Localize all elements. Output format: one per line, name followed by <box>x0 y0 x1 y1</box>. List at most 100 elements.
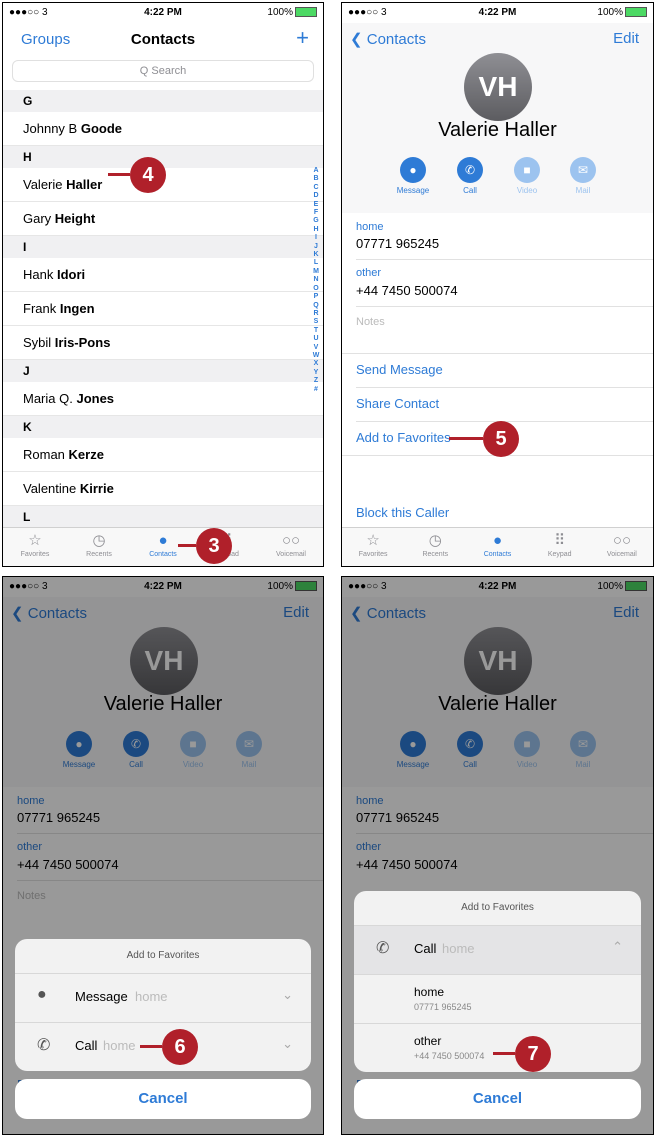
contact-first-name: Maria Q. <box>23 391 77 406</box>
other-option-number: +44 7450 500074 <box>414 1051 485 1061</box>
contact-row[interactable]: Maria Q. Jones <box>3 382 323 416</box>
index-letter[interactable]: R <box>311 310 321 318</box>
index-letter[interactable]: J <box>311 243 321 251</box>
call-action-label: Call <box>463 186 477 195</box>
index-letter[interactable]: U <box>311 335 321 343</box>
contact-row[interactable]: Gary Height <box>3 202 323 236</box>
call-other-option[interactable]: other +44 7450 500074 <box>354 1024 641 1072</box>
tab-keypad[interactable]: ⠿ Keypad <box>529 530 591 558</box>
index-letter[interactable]: F <box>311 209 321 217</box>
index-letter[interactable]: I <box>311 234 321 242</box>
other-option-label: other <box>414 1034 442 1048</box>
index-letter[interactable]: D <box>311 192 321 200</box>
message-action[interactable]: ● Message <box>385 157 441 195</box>
tab-recents[interactable]: ◷ Recents <box>404 530 466 558</box>
index-letter[interactable]: L <box>311 259 321 267</box>
tab-voicemail[interactable]: ○○ Voicemail <box>260 530 322 558</box>
tab-favorites[interactable]: ☆ Favorites <box>342 530 404 558</box>
index-letter[interactable]: A <box>311 167 321 175</box>
add-contact-button[interactable]: + <box>296 25 309 51</box>
contact-name: Valerie Haller <box>438 119 557 141</box>
contact-first-name: Johnny B <box>23 121 81 136</box>
message-option-label: Message <box>75 989 128 1004</box>
index-letter[interactable]: C <box>311 184 321 192</box>
callout-7: 7 <box>515 1036 551 1072</box>
cancel-button[interactable]: Cancel <box>354 1079 641 1119</box>
add-to-favorites-link[interactable]: Add to Favorites <box>356 430 451 445</box>
block-caller-link[interactable]: Block this Caller <box>356 505 449 520</box>
share-contact-link[interactable]: Share Contact <box>356 396 439 411</box>
section-header: J <box>3 360 323 382</box>
index-letter[interactable]: T <box>311 327 321 335</box>
index-letter[interactable]: O <box>311 285 321 293</box>
callout-arrow <box>140 1045 162 1048</box>
index-letter[interactable]: M <box>311 268 321 276</box>
tab-voicemail[interactable]: ○○ Voicemail <box>591 530 653 558</box>
message-option[interactable]: ● Message home ⌄ <box>15 974 311 1023</box>
send-message-link[interactable]: Send Message <box>356 362 443 377</box>
back-label: Contacts <box>366 31 426 48</box>
tab-contacts[interactable]: ● Contacts <box>467 530 529 558</box>
chevron-up-icon: ⌃ <box>612 939 623 954</box>
index-letter[interactable]: P <box>311 293 321 301</box>
tab-label: Contacts <box>483 551 512 558</box>
call-option-label: Call <box>75 1038 98 1053</box>
other-number[interactable]: +44 7450 500074 <box>356 283 458 298</box>
tab-favorites[interactable]: ☆ Favorites <box>4 530 66 558</box>
tab-recents[interactable]: ◷ Recents <box>68 530 130 558</box>
index-letter[interactable]: N <box>311 276 321 284</box>
call-option-sub: home <box>103 1038 136 1053</box>
home-number[interactable]: 07771 965245 <box>356 236 439 251</box>
page-title: Contacts <box>130 31 196 48</box>
callout-6: 6 <box>162 1029 198 1065</box>
contact-row[interactable]: Valentine Kirrie <box>3 472 323 506</box>
notes-field[interactable]: Notes <box>356 316 385 328</box>
index-letter[interactable]: E <box>311 201 321 209</box>
cancel-button[interactable]: Cancel <box>15 1079 311 1119</box>
video-action[interactable]: ■ Video <box>499 157 555 195</box>
contact-row[interactable]: Johnny B Goode <box>3 112 323 146</box>
contact-row[interactable]: Frank Ingen <box>3 292 323 326</box>
call-action[interactable]: ✆ Call <box>442 157 498 195</box>
back-button[interactable]: ❮ Contacts <box>350 30 426 48</box>
avatar: VH <box>464 53 532 121</box>
index-letter[interactable]: Y <box>311 369 321 377</box>
phone-icon: ✆ <box>37 1037 51 1054</box>
contact-row[interactable]: Hank Idori <box>3 258 323 292</box>
edit-button[interactable]: Edit <box>613 30 639 47</box>
index-letter[interactable]: S <box>311 318 321 326</box>
mail-action[interactable]: ✉ Mail <box>555 157 611 195</box>
clock-icon: ◷ <box>428 532 442 549</box>
alphabet-index[interactable]: A B C D E F G H I J K L M N O P Q R S T U V W X Y Z # <box>311 167 321 394</box>
index-letter[interactable]: # <box>311 386 321 394</box>
call-option-expanded[interactable]: ✆ Call home ⌃ <box>354 926 641 975</box>
index-letter[interactable]: X <box>311 360 321 368</box>
status-bar: ●●●○○ 3 4:22 PM 100% <box>3 3 323 23</box>
battery-percent: 100% <box>267 7 293 18</box>
voicemail-icon: ○○ <box>612 532 632 549</box>
message-action-label: Message <box>396 186 430 195</box>
section-header: L <box>3 506 323 528</box>
index-letter[interactable]: W <box>311 352 321 360</box>
search-input[interactable]: Q Search <box>13 61 313 81</box>
contact-row[interactable]: Sybil Iris-Pons <box>3 326 323 360</box>
index-letter[interactable]: V <box>311 344 321 352</box>
index-letter[interactable]: Q <box>311 302 321 310</box>
home-option-number: 07771 965245 <box>414 1002 472 1012</box>
tab-label: Contacts <box>149 551 177 558</box>
call-home-option[interactable]: home 07771 965245 <box>354 975 641 1024</box>
index-letter[interactable]: K <box>311 251 321 259</box>
section-header: K <box>3 416 323 438</box>
index-letter[interactable]: Z <box>311 377 321 385</box>
other-label: other <box>356 267 382 279</box>
tab-label: Voicemail <box>606 551 637 558</box>
video-icon: ■ <box>514 157 540 183</box>
mail-action-label: Mail <box>575 186 591 195</box>
index-letter[interactable]: H <box>311 226 321 234</box>
index-letter[interactable]: B <box>311 175 321 183</box>
contact-row[interactable]: Roman Kerze <box>3 438 323 472</box>
chevron-down-icon: ⌄ <box>282 1036 293 1051</box>
person-icon: ● <box>158 532 168 549</box>
action-row: ● Message ✆ Call ■ Video ✉ Mail <box>342 157 653 205</box>
index-letter[interactable]: G <box>311 217 321 225</box>
